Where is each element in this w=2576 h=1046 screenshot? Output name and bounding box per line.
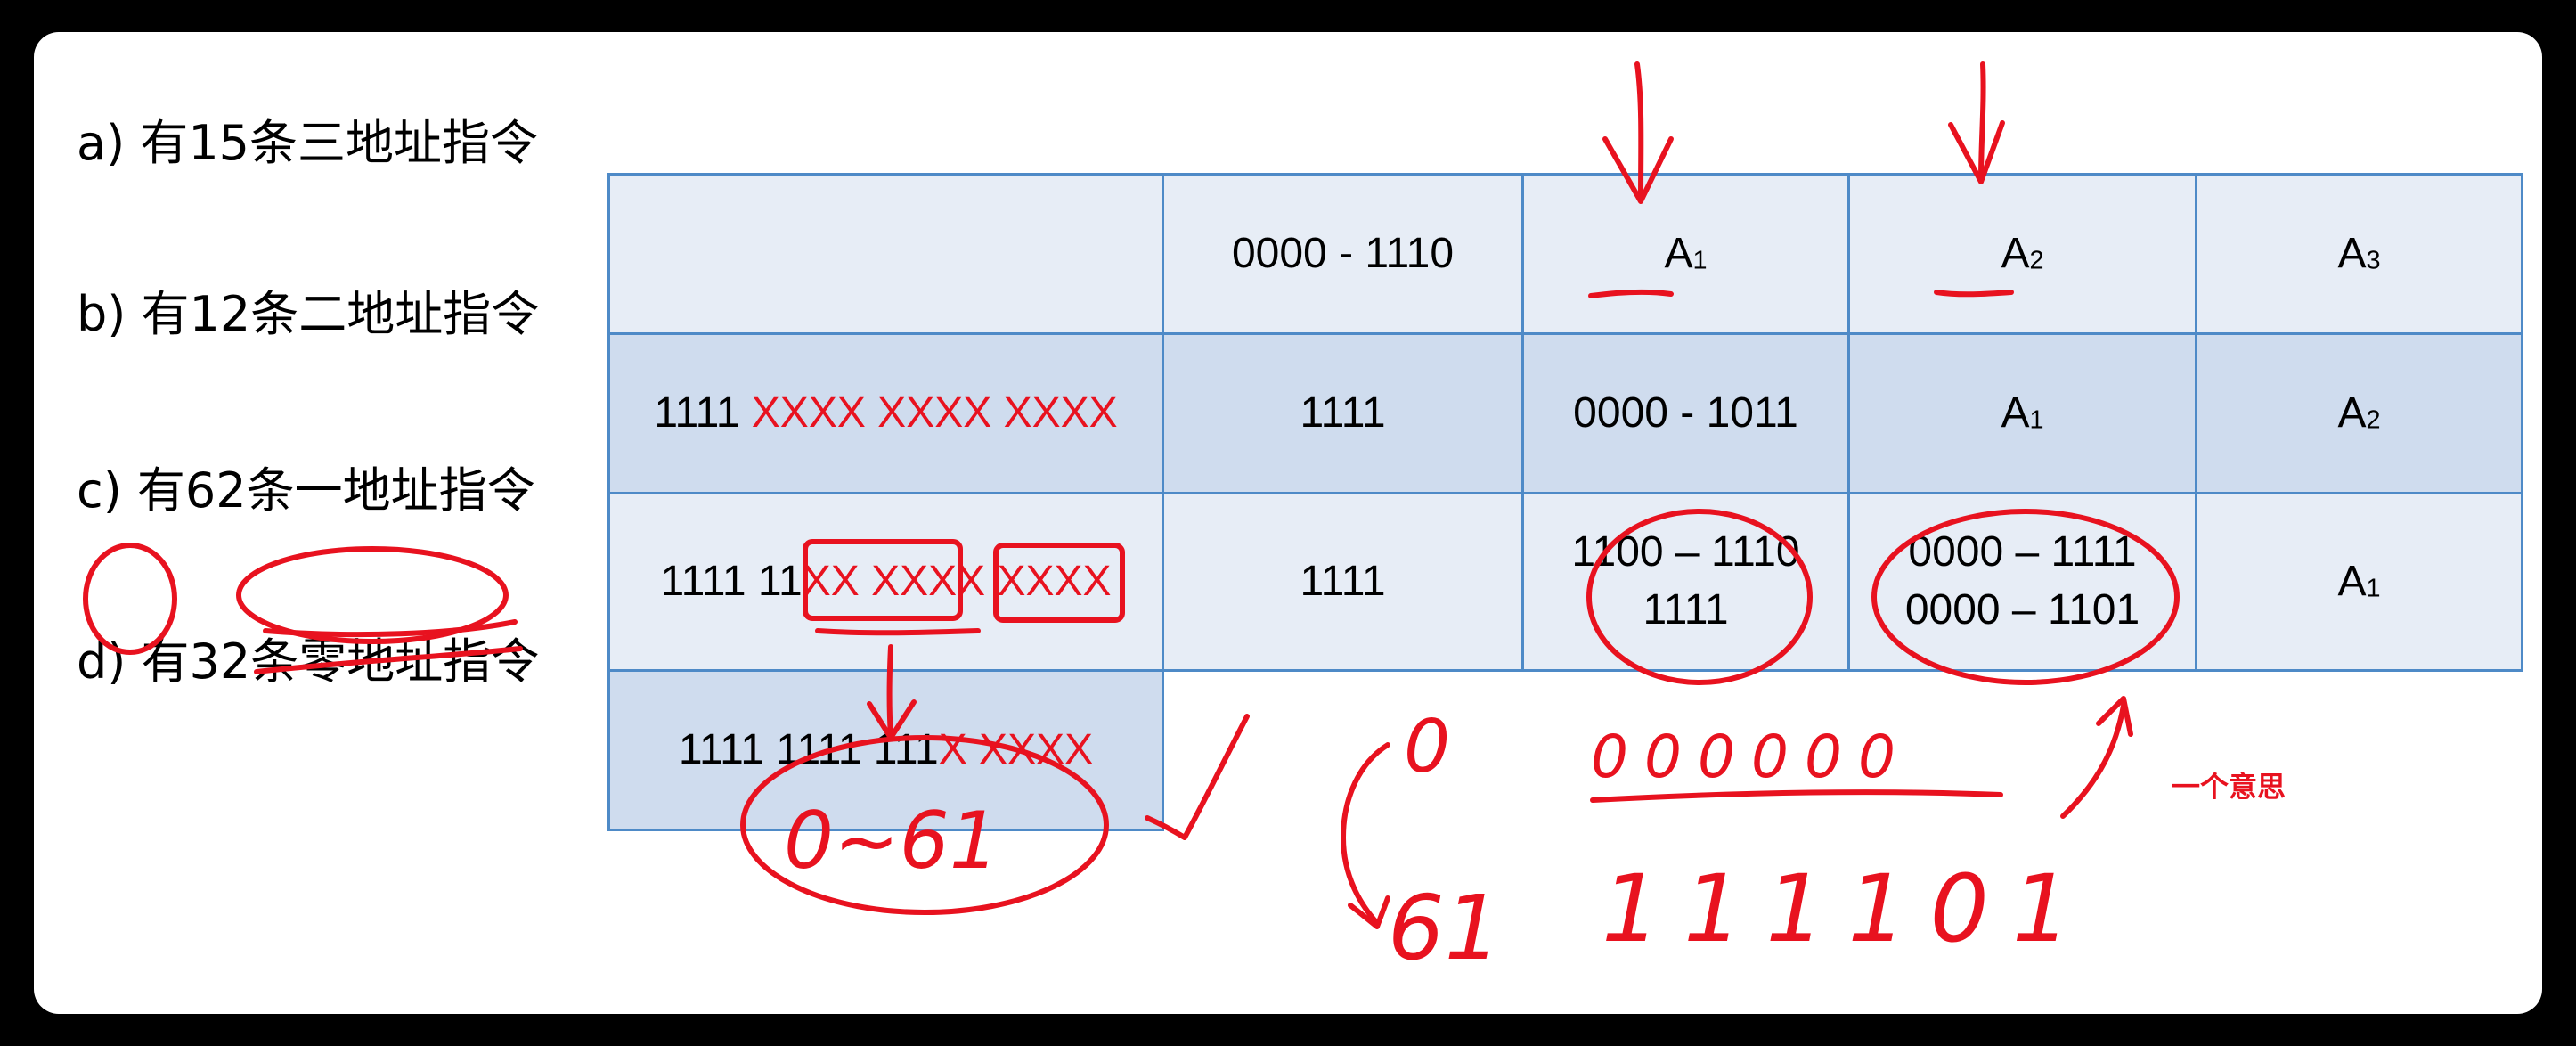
cell-line: 1111: [1643, 586, 1729, 633]
cell-line: 0000 – 1111: [1908, 528, 2137, 576]
cell-line: 0000 – 1101: [1904, 586, 2140, 633]
cell-text: A: [2337, 388, 2367, 437]
cell-text: 1111: [654, 388, 752, 437]
table-cell: A2: [1847, 173, 2197, 335]
slide: a) 有15条三地址指令 b) 有12条二地址指令 c) 有62条一地址指令 d…: [34, 32, 2542, 1014]
table-cell: 0000 - 1110: [1162, 173, 1524, 335]
underline-label-c-1: [263, 619, 518, 638]
arrow-shaft-a2: [1978, 61, 1986, 183]
cell-text-red: XX XXXX XXXX: [802, 557, 1112, 605]
cell-subscript: 2: [2366, 405, 2381, 435]
table-cell: 1111: [1162, 332, 1524, 494]
table-cell: 0000 – 1111 0000 – 1101: [1847, 492, 2197, 672]
table-row: 1111 XXXX XXXX XXXX 1111 0000 - 1011 A1 …: [607, 332, 2523, 494]
curved-arrow-head: [1348, 895, 1390, 929]
table-cell: 1100 – 1110 1111: [1521, 492, 1850, 672]
table-cell: 1111: [1162, 492, 1524, 672]
cell-text: 1111 1111 111: [678, 725, 939, 773]
cell-text: A: [2337, 229, 2367, 277]
cell-text-red: X XXXX: [938, 725, 1094, 773]
circle-one-address: [236, 546, 509, 644]
table-row: 1111 1111 111X XXXX: [607, 669, 2523, 831]
table-cell: A3: [2195, 173, 2523, 335]
table-cell: A1: [1521, 173, 1850, 335]
table-cell: 1111 XXXX XXXX XXXX: [607, 332, 1164, 494]
table-cell: 0000 - 1011: [1521, 332, 1850, 494]
cell-text: A: [2001, 229, 2030, 277]
cell-subscript: 1: [2366, 574, 2381, 603]
cell-text: A: [2001, 388, 2030, 437]
opcode-encoding-table: 0000 - 1110 A1 A2 A3 1111 XXXX XXXX XXXX…: [607, 173, 2523, 831]
cell-text: A: [1664, 229, 1693, 277]
cell-text: 1111 11: [660, 557, 803, 605]
table-cell: 1111 11XX XXXX XXXX: [607, 492, 1164, 672]
table-cell: A1: [2195, 492, 2523, 672]
label-one-address: c) 有62条一地址指令: [77, 462, 535, 519]
table-cell-empty: [1162, 670, 2523, 830]
table-row: 0000 - 1110 A1 A2 A3: [607, 173, 2523, 335]
cell-subscript: 1: [2029, 405, 2044, 435]
table-cell: 1111 1111 111X XXXX: [607, 669, 1164, 831]
table-cell: A1: [1847, 332, 2197, 494]
table-row: 1111 11XX XXXX XXXX 1111 1100 – 1110 1111…: [607, 492, 2523, 672]
cell-subscript: 1: [1692, 246, 1708, 275]
cell-subscript: 3: [2366, 246, 2381, 275]
label-two-address: b) 有12条二地址指令: [77, 286, 540, 342]
cell-line: 1100 – 1110: [1571, 528, 1800, 576]
label-three-address: a) 有15条三地址指令: [77, 115, 539, 171]
label-zero-address: d) 有32条零地址指令: [77, 633, 540, 690]
handwritten-sixty-one: 61: [1388, 876, 1501, 980]
cell-subscript: 2: [2029, 246, 2044, 275]
handwritten-binary: 111101: [1602, 854, 2094, 963]
cell-text: A: [2337, 557, 2367, 605]
table-cell: [607, 173, 1164, 335]
annotation-note: 一个意思: [2172, 770, 2287, 804]
table-cell: A2: [2195, 332, 2523, 494]
cell-text-red: XXXX XXXX XXXX: [751, 388, 1118, 437]
